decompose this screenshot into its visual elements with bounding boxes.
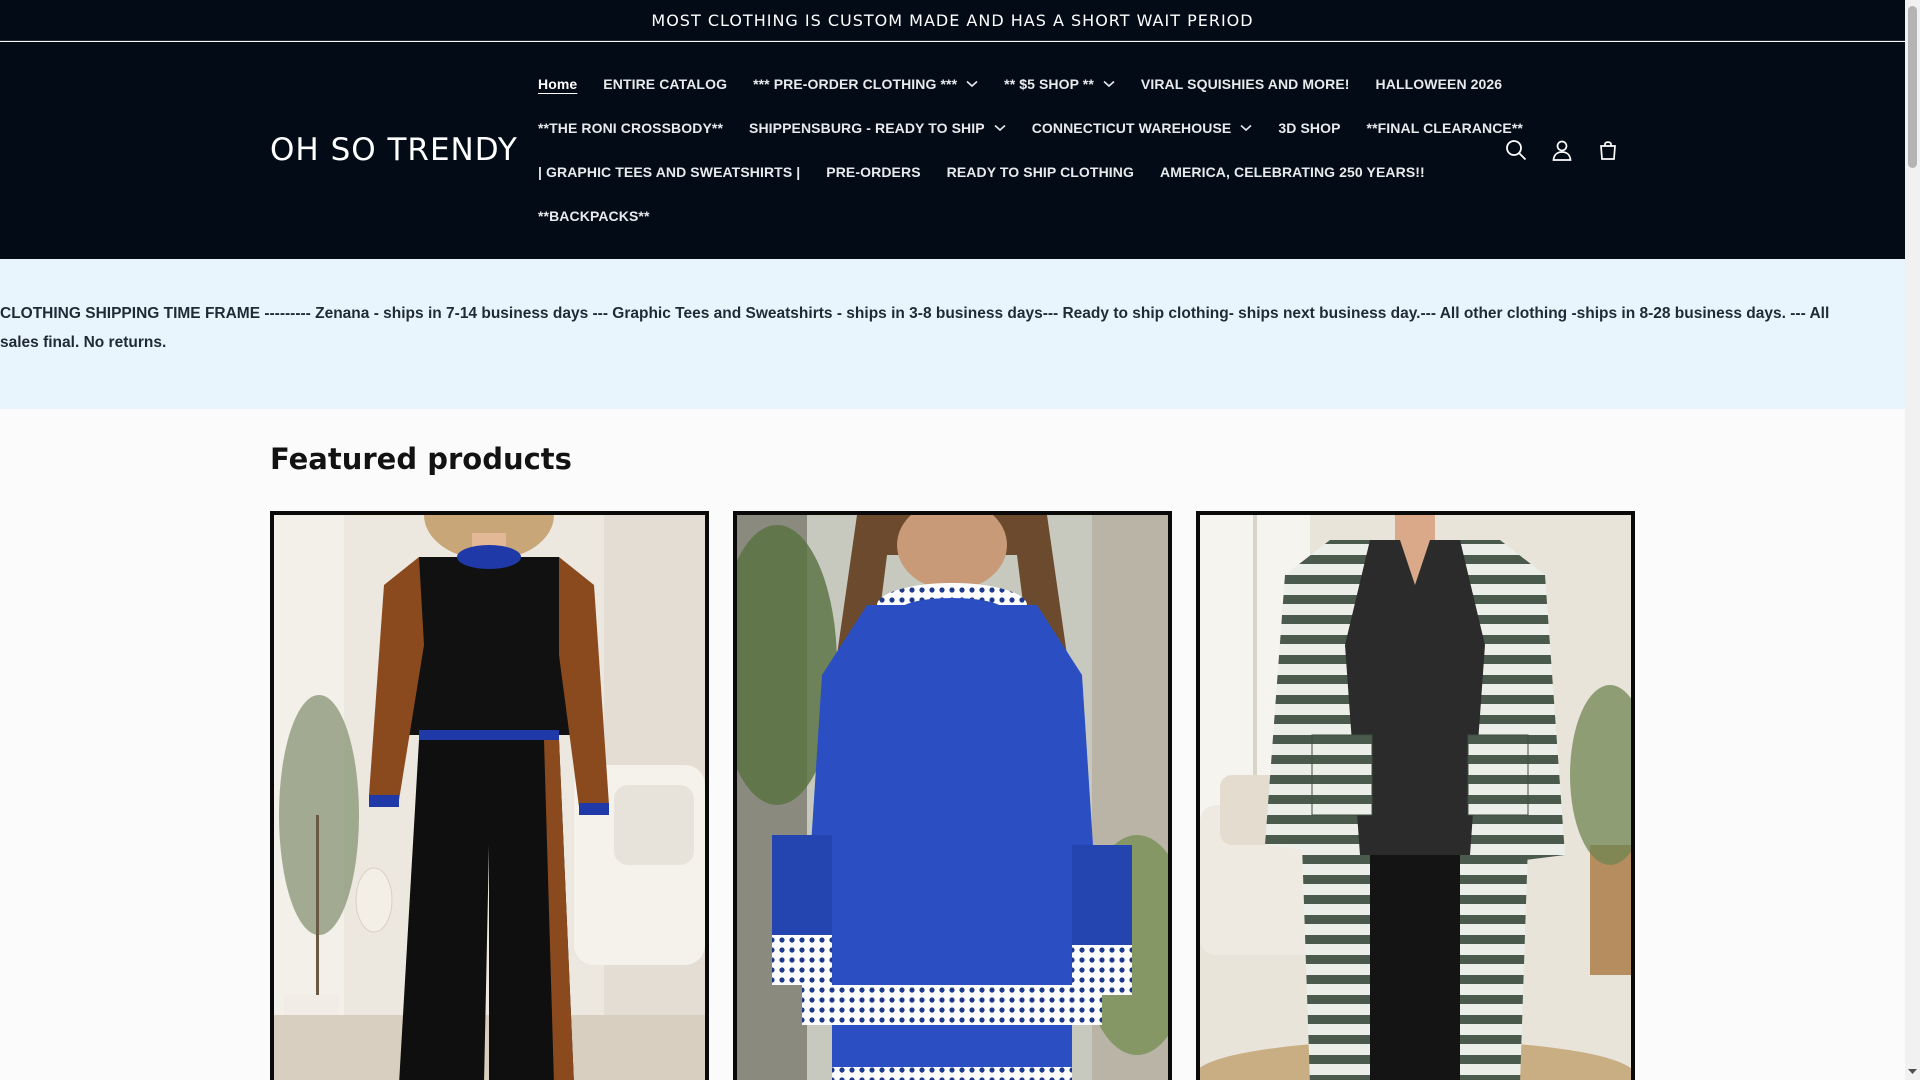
product-card[interactable]: [1196, 511, 1635, 1080]
nav-item-america-250[interactable]: AMERICA, CELEBRATING 250 YEARS!!: [1160, 164, 1425, 180]
account-icon[interactable]: [1551, 138, 1573, 162]
nav-item-shippensburg[interactable]: SHIPPENSBURG - READY TO SHIP: [749, 120, 1006, 136]
nav-item-connecticut-warehouse[interactable]: CONNECTICUT WAREHOUSE: [1032, 120, 1253, 136]
chevron-down-icon: [966, 80, 978, 88]
nav-item-5-dollar-shop[interactable]: ** $5 SHOP **: [1004, 76, 1115, 92]
nav-item-backpacks[interactable]: **BACKPACKS**: [538, 208, 650, 224]
nav-item-label: SHIPPENSBURG - READY TO SHIP: [749, 120, 985, 136]
nav-item-halloween-2026[interactable]: HALLOWEEN 2026: [1376, 76, 1503, 92]
nav-item-pre-orders[interactable]: PRE-ORDERS: [826, 164, 920, 180]
product-image-colorblock-set: [274, 515, 705, 1080]
chevron-down-icon: [1103, 80, 1115, 88]
featured-products-heading: Featured products: [270, 442, 572, 476]
header-icons: [1505, 138, 1619, 162]
nav-item-home[interactable]: Home: [538, 76, 577, 92]
product-image-striped-cardigan: [1200, 515, 1631, 1080]
nav-item-3d-shop[interactable]: 3D SHOP: [1278, 120, 1340, 136]
announcement-bar: MOST CLOTHING IS CUSTOM MADE AND HAS A S…: [0, 0, 1905, 41]
nav-row: Home ENTIRE CATALOG *** PRE-ORDER CLOTHI…: [538, 62, 1502, 106]
chevron-down-icon: [994, 124, 1006, 132]
nav-item-label: CONNECTICUT WAREHOUSE: [1031, 120, 1232, 136]
scrollbar-thumb[interactable]: [1908, 6, 1917, 168]
nav-item-roni-crossbody[interactable]: **THE RONI CROSSBODY**: [538, 120, 723, 136]
shipping-info-banner: CLOTHING SHIPPING TIME FRAME --------- Z…: [0, 259, 1905, 409]
product-card[interactable]: [733, 511, 1172, 1080]
nav-row: **THE RONI CROSSBODY** SHIPPENSBURG - RE…: [538, 106, 1523, 150]
nav-item-label: *** PRE-ORDER CLOTHING ***: [753, 76, 958, 92]
product-card[interactable]: [270, 511, 709, 1080]
site-header: OH SO TRENDY Home ENTIRE CATALOG *** PRE…: [0, 42, 1905, 259]
nav-item-graphic-tees[interactable]: | GRAPHIC TEES AND SWEATSHIRTS |: [538, 164, 800, 180]
nav-item-final-clearance[interactable]: **FINAL CLEARANCE**: [1367, 120, 1523, 136]
shipping-info-text: CLOTHING SHIPPING TIME FRAME --------- Z…: [0, 305, 1830, 351]
search-icon[interactable]: [1505, 138, 1527, 162]
scroll-down-arrow-icon[interactable]: [1907, 1066, 1918, 1077]
nav-item-label: ** $5 SHOP **: [1004, 76, 1094, 92]
product-image-blue-polka-dot-set: [737, 515, 1168, 1080]
cart-icon[interactable]: [1597, 138, 1619, 162]
chevron-down-icon: [1240, 124, 1252, 132]
nav-item-viral-squishies[interactable]: VIRAL SQUISHIES AND MORE!: [1141, 76, 1350, 92]
nav-row: | GRAPHIC TEES AND SWEATSHIRTS | PRE-ORD…: [538, 150, 1425, 194]
store-logo[interactable]: OH SO TRENDY: [270, 132, 518, 168]
nav-item-ready-to-ship[interactable]: READY TO SHIP CLOTHING: [947, 164, 1134, 180]
nav-item-entire-catalog[interactable]: ENTIRE CATALOG: [603, 76, 727, 92]
announcement-text: MOST CLOTHING IS CUSTOM MADE AND HAS A S…: [651, 10, 1254, 30]
nav-item-pre-order-clothing[interactable]: *** PRE-ORDER CLOTHING ***: [753, 76, 978, 92]
nav-row: **BACKPACKS**: [538, 194, 650, 238]
